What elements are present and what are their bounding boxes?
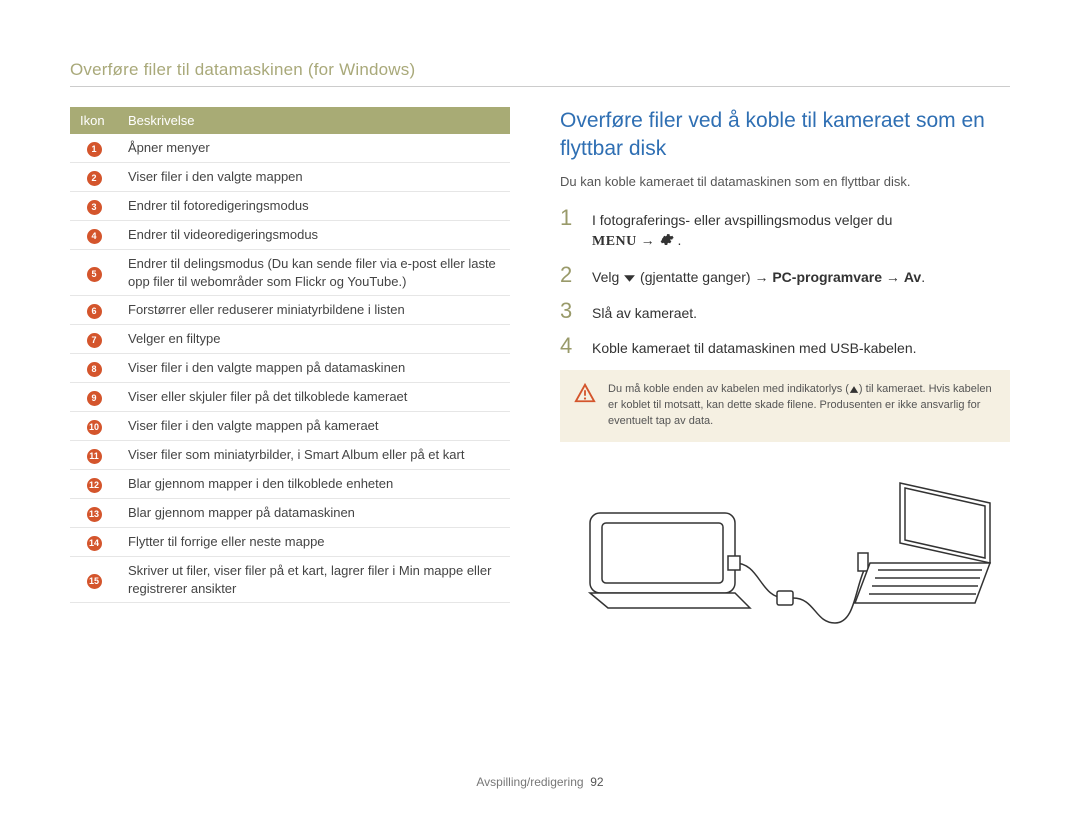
- table-cell-description: Blar gjennom mapper på datamaskinen: [118, 499, 510, 528]
- table-row: 6 Forstørrer eller reduserer miniatyrbild…: [70, 296, 510, 325]
- gear-icon: [659, 232, 678, 248]
- camera-usb-laptop-illustration: [560, 468, 1010, 628]
- icon-table-column: Ikon Beskrivelse 1 Åpner menyer 2 Viser fil…: [70, 107, 510, 628]
- table-cell-description: Forstørrer eller reduserer miniatyrbilde…: [118, 296, 510, 325]
- chevron-down-icon: [623, 269, 640, 285]
- table-row: 10 Viser filer i den valgte mappen på kam…: [70, 412, 510, 441]
- table-row: 4 Endrer til videoredigeringsmodus: [70, 221, 510, 250]
- number-badge-icon: 4: [87, 229, 102, 244]
- steps-list: 1 I fotograferings- eller avspillingsmod…: [560, 207, 1010, 358]
- table-row: 5 Endrer til delingsmodus (Du kan sende f…: [70, 250, 510, 296]
- table-row: 9 Viser eller skjuler filer på det tilkob…: [70, 383, 510, 412]
- step-text: I fotograferings- eller avspillingsmodus…: [592, 212, 892, 228]
- step-number: 3: [560, 300, 578, 323]
- table-cell-description: Endrer til fotoredigeringsmodus: [118, 192, 510, 221]
- step-2: 2 Velg (gjentatte ganger) → PC-programva…: [560, 264, 1010, 287]
- table-row: 13 Blar gjennom mapper på datamaskinen: [70, 499, 510, 528]
- table-row: 7 Velger en filtype: [70, 325, 510, 354]
- table-row: 15 Skriver ut filer, viser filer på et ka…: [70, 557, 510, 603]
- number-badge-icon: 5: [87, 267, 102, 282]
- table-cell-description: Viser filer i den valgte mappen: [118, 163, 510, 192]
- number-badge-icon: 1: [87, 142, 102, 157]
- step-1: 1 I fotograferings- eller avspillingsmod…: [560, 207, 1010, 253]
- table-row: 2 Viser filer i den valgte mappen: [70, 163, 510, 192]
- number-badge-icon: 8: [87, 362, 102, 377]
- number-badge-icon: 14: [87, 536, 102, 551]
- step-text: Koble kameraet til datamaskinen med USB-…: [592, 335, 917, 358]
- number-badge-icon: 2: [87, 171, 102, 186]
- number-badge-icon: 12: [87, 478, 102, 493]
- number-badge-icon: 7: [87, 333, 102, 348]
- step-4: 4 Koble kameraet til datamaskinen med US…: [560, 335, 1010, 358]
- menu-word-icon: MENU: [592, 234, 637, 249]
- table-row: 11 Viser filer som miniatyrbilder, i Smar…: [70, 441, 510, 470]
- step-dot: .: [921, 269, 925, 285]
- table-cell-description: Viser filer i den valgte mappen på datam…: [118, 354, 510, 383]
- step-3: 3 Slå av kameraet.: [560, 300, 1010, 323]
- warning-box: Du må koble enden av kabelen med indikat…: [560, 370, 1010, 442]
- number-badge-icon: 6: [87, 304, 102, 319]
- table-cell-description: Flytter til forrige eller neste mappe: [118, 528, 510, 557]
- arrow-icon: →: [641, 232, 655, 248]
- table-row: 14 Flytter til forrige eller neste mappe: [70, 528, 510, 557]
- table-cell-description: Viser filer som miniatyrbilder, i Smart …: [118, 441, 510, 470]
- icon-description-table: Ikon Beskrivelse 1 Åpner menyer 2 Viser fil…: [70, 107, 510, 603]
- breadcrumb: Overføre filer til datamaskinen (for Win…: [70, 60, 1010, 87]
- number-badge-icon: 15: [87, 574, 102, 589]
- warning-triangle-icon: [574, 382, 596, 430]
- step-bold-1: PC-programvare: [772, 269, 882, 285]
- table-cell-description: Skriver ut filer, viser filer på et kart…: [118, 557, 510, 603]
- step-text: Velg: [592, 269, 623, 285]
- step-bold-2: Av: [904, 269, 921, 285]
- triangle-up-icon: [849, 383, 859, 395]
- page-footer: Avspilling/redigering 92: [0, 775, 1080, 789]
- number-badge-icon: 10: [87, 420, 102, 435]
- step-repeat-text: (gjentatte ganger): [640, 269, 754, 285]
- footer-page-number: 92: [590, 775, 603, 789]
- table-cell-description: Viser eller skjuler filer på det tilkobl…: [118, 383, 510, 412]
- table-cell-description: Blar gjennom mapper i den tilkoblede enh…: [118, 470, 510, 499]
- step-number: 1: [560, 207, 578, 253]
- number-badge-icon: 3: [87, 200, 102, 215]
- section-intro: Du kan koble kameraet til datamaskinen s…: [560, 174, 1010, 189]
- step-text: Slå av kameraet.: [592, 300, 697, 323]
- table-cell-description: Endrer til delingsmodus (Du kan sende fi…: [118, 250, 510, 296]
- step-number: 2: [560, 264, 578, 287]
- number-badge-icon: 11: [87, 449, 102, 464]
- arrow-icon: →: [754, 269, 768, 285]
- table-cell-description: Velger en filtype: [118, 325, 510, 354]
- table-header-icon: Ikon: [70, 107, 118, 134]
- section-title: Overføre filer ved å koble til kameraet …: [560, 107, 1010, 164]
- footer-section: Avspilling/redigering: [476, 775, 583, 789]
- number-badge-icon: 9: [87, 391, 102, 406]
- table-row: 8 Viser filer i den valgte mappen på data…: [70, 354, 510, 383]
- arrow-icon: →: [886, 269, 900, 285]
- step-number: 4: [560, 335, 578, 358]
- table-row: 1 Åpner menyer: [70, 134, 510, 163]
- table-cell-description: Åpner menyer: [118, 134, 510, 163]
- warning-text-a: Du må koble enden av kabelen med indikat…: [608, 383, 849, 395]
- table-row: 3 Endrer til fotoredigeringsmodus: [70, 192, 510, 221]
- table-row: 12 Blar gjennom mapper i den tilkoblede e…: [70, 470, 510, 499]
- table-cell-description: Endrer til videoredigeringsmodus: [118, 221, 510, 250]
- table-cell-description: Viser filer i den valgte mappen på kamer…: [118, 412, 510, 441]
- number-badge-icon: 13: [87, 507, 102, 522]
- table-header-description: Beskrivelse: [118, 107, 510, 134]
